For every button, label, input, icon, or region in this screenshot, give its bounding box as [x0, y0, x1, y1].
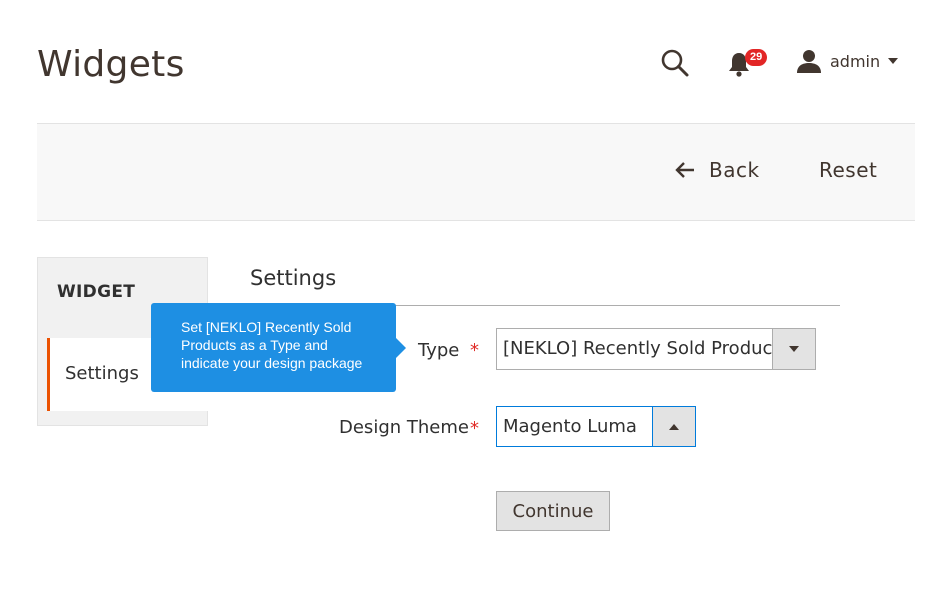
section-title: Settings [250, 266, 337, 290]
notifications-button[interactable]: 29 [726, 46, 774, 80]
chevron-up-icon [669, 423, 679, 430]
user-name: admin [830, 51, 881, 71]
design-theme-select-toggle[interactable] [652, 407, 695, 446]
reset-button[interactable]: Reset [819, 158, 877, 182]
caret-down-icon [888, 58, 899, 64]
tooltip-text: Set [NEKLO] Recently Sold Products as a … [181, 319, 363, 371]
notification-count-badge: 29 [745, 49, 768, 66]
design-theme-field-label: Design Theme [339, 417, 469, 438]
continue-button[interactable]: Continue [496, 491, 610, 531]
required-marker: * [470, 418, 479, 439]
back-button[interactable]: Back [675, 158, 760, 182]
type-select-toggle[interactable] [772, 329, 815, 369]
required-marker: * [470, 340, 479, 361]
widget-tabs-title: WIDGET [57, 282, 136, 302]
tooltip-arrow [396, 338, 406, 358]
page-actions-toolbar: Back Reset [37, 123, 915, 221]
design-theme-select-value: Magento Luma [503, 416, 637, 437]
arrow-left-icon [675, 162, 694, 178]
type-select[interactable]: [NEKLO] Recently Sold Products [496, 328, 816, 370]
type-field-label: Type [418, 340, 460, 361]
help-tooltip: Set [NEKLO] Recently Sold Products as a … [151, 303, 406, 392]
search-button[interactable] [660, 48, 690, 78]
type-select-value: [NEKLO] Recently Sold Products [503, 338, 789, 359]
tab-settings-label: Settings [65, 363, 139, 384]
design-theme-select[interactable]: Magento Luma [496, 406, 696, 447]
page-title: Widgets [37, 44, 185, 85]
search-icon [661, 49, 689, 77]
user-menu[interactable]: admin [796, 46, 899, 76]
back-button-label: Back [709, 158, 760, 182]
chevron-down-icon [789, 346, 799, 352]
user-icon [797, 50, 821, 73]
